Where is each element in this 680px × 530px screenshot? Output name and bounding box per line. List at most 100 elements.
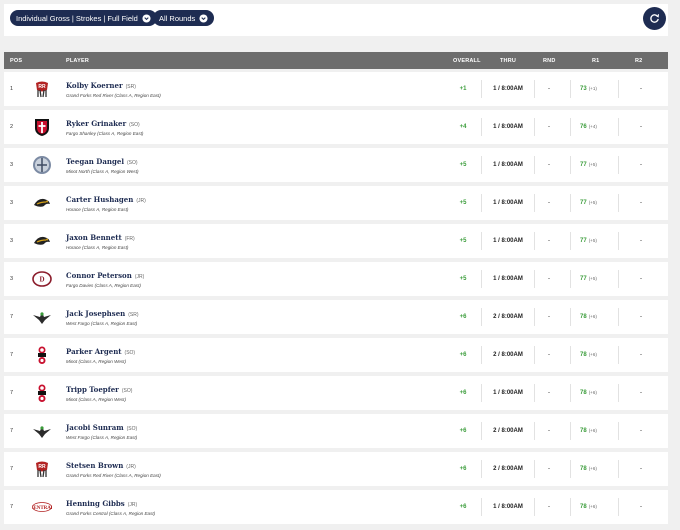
thru-value: 1 / 8:00AM <box>493 238 523 244</box>
round-value: - <box>548 428 550 434</box>
r1-relative: (+6) <box>588 314 597 319</box>
player-year: (JR) <box>126 464 136 470</box>
player-name-link[interactable]: Parker Argent (SO) <box>66 347 135 356</box>
col-rnd: RND <box>543 58 556 64</box>
leaderboard-row[interactable]: 3 D Connor Peterson (JR) Fargo Davies (Class… <box>4 262 668 296</box>
divider <box>570 80 571 98</box>
divider <box>570 460 571 478</box>
overall-score: +1 <box>459 86 467 92</box>
leaderboard-row[interactable]: 3 Teegan Dangel (SO) Minot North (Class A, … <box>4 148 668 182</box>
player-year: (SO) <box>129 122 140 128</box>
thru-value: 1 / 8:00AM <box>493 390 523 396</box>
player-name-link[interactable]: Carter Hushagen (JR) <box>66 195 146 204</box>
player-name-link[interactable]: Jacobi Sunram (SO) <box>66 423 137 432</box>
school-logo-icon <box>32 383 52 403</box>
thru-value: 2 / 8:00AM <box>493 352 523 358</box>
thru-value: 2 / 8:00AM <box>493 314 523 320</box>
divider <box>618 80 619 98</box>
filter-bar: Individual Gross | Strokes | Full Field … <box>4 4 668 36</box>
school-logo-icon <box>32 307 52 327</box>
position: 3 <box>10 238 14 244</box>
player-school: Grand Forks Red River (Class A, Region E… <box>66 93 161 98</box>
player-name-link[interactable]: Henning Gibbs (JR) <box>66 499 137 508</box>
leaderboard-row[interactable]: 7 RR Stetsen Brown (JR) Grand Forks Red Rive… <box>4 452 668 486</box>
divider <box>618 498 619 516</box>
svg-text:RR: RR <box>38 84 46 90</box>
leaderboard-row[interactable]: 2 Ryker Grinaker (SO) Fargo Shanley (Class … <box>4 110 668 144</box>
r1-score: 78 (+6) <box>580 390 597 396</box>
leaderboard-row[interactable]: 7 Jacobi Sunram (SO) West Fargo (Class A, R… <box>4 414 668 448</box>
player-name-link[interactable]: Kolby Koerner (SR) <box>66 81 136 90</box>
player-school: Grand Forks Central (Class A, Region Eas… <box>66 511 156 516</box>
col-thru: THRU <box>500 58 517 64</box>
player-name-link[interactable]: Connor Peterson (JR) <box>66 271 144 280</box>
position: 7 <box>10 352 14 358</box>
divider <box>534 498 535 516</box>
position: 7 <box>10 504 14 510</box>
leaderboard-row[interactable]: 7 CENTRAL Henning Gibbs(JR) Grand Forks Cen… <box>4 490 668 524</box>
divider <box>570 156 571 174</box>
round-value: - <box>548 352 550 358</box>
position: 7 <box>10 466 14 472</box>
r2-score: - <box>640 504 642 510</box>
leaderboard-row[interactable]: 3 Jaxon Bennett (FR) Horace (Class A, Regio… <box>4 224 668 258</box>
r2-score: - <box>640 162 642 168</box>
player-name: Ryker Grinaker <box>66 119 127 128</box>
school-logo-icon: RR <box>32 459 52 479</box>
field-filter-dropdown[interactable]: Individual Gross | Strokes | Full Field <box>10 10 157 26</box>
round-value: - <box>548 86 550 92</box>
refresh-button[interactable] <box>643 7 666 30</box>
divider <box>570 422 571 440</box>
r2-score: - <box>640 238 642 244</box>
player-year: (SO) <box>126 426 138 432</box>
divider <box>570 308 571 326</box>
player-name-link[interactable]: Jack Josephsen (SR) <box>66 309 139 318</box>
player-year: (SO) <box>121 388 133 394</box>
r1-score: 73 (+1) <box>580 86 597 92</box>
divider <box>618 460 619 478</box>
r1-score: 77 (+5) <box>580 238 597 244</box>
chevron-down-icon <box>199 13 208 23</box>
player-school: Horace (Class A, Region East) <box>66 245 129 250</box>
r1-strokes: 77 <box>580 200 587 206</box>
divider <box>618 118 619 136</box>
divider <box>570 346 571 364</box>
round-value: - <box>548 162 550 168</box>
leaderboard-row[interactable]: 7 Tripp Toepfer (SO) Minot (Class A, Region… <box>4 376 668 410</box>
player-name-link[interactable]: Ryker Grinaker (SO) <box>66 119 140 128</box>
player-year: (JR) <box>127 502 138 508</box>
r1-relative: (+5) <box>588 200 597 205</box>
leaderboard-row[interactable]: 7 Parker Argent (SO) Minot (Class A, Region… <box>4 338 668 372</box>
player-school: Minot North (Class A, Region West) <box>66 169 139 174</box>
overall-score: +6 <box>459 314 467 320</box>
r1-relative: (+6) <box>588 390 597 395</box>
position: 7 <box>10 314 14 320</box>
r1-score: 78 (+6) <box>580 504 597 510</box>
thru-value: 1 / 8:00AM <box>493 504 523 510</box>
player-school: West Fargo (Class A, Region East) <box>66 321 138 326</box>
r1-strokes: 78 <box>580 352 587 358</box>
leaderboard-row[interactable]: 1 RR Kolby Koerner (SR) Grand Forks Red Rive… <box>4 72 668 106</box>
r1-relative: (+6) <box>588 428 597 433</box>
svg-text:D: D <box>39 276 44 284</box>
player-name-link[interactable]: Stetsen Brown (JR) <box>66 461 136 470</box>
r2-score: - <box>640 276 642 282</box>
leaderboard-row[interactable]: 3 Carter Hushagen (JR) Horace (Class A, Reg… <box>4 186 668 220</box>
player-name-link[interactable]: Teegan Dangel (SO) <box>66 157 138 166</box>
svg-text:RR: RR <box>38 464 46 470</box>
overall-score: +6 <box>459 466 467 472</box>
player-name-link[interactable]: Jaxon Bennett (FR) <box>66 233 135 242</box>
r1-score: 78 (+6) <box>580 352 597 358</box>
thru-value: 2 / 8:00AM <box>493 466 523 472</box>
leaderboard-row[interactable]: 7 Jack Josephsen (SR) West Fargo (Class A, … <box>4 300 668 334</box>
round-filter-dropdown[interactable]: All Rounds <box>153 10 215 26</box>
divider <box>534 346 535 364</box>
round-value: - <box>548 314 550 320</box>
divider <box>570 194 571 212</box>
round-value: - <box>548 238 550 244</box>
overall-score: +5 <box>459 200 467 206</box>
r1-strokes: 78 <box>580 428 587 434</box>
r1-score: 77 (+5) <box>580 200 597 206</box>
player-name-link[interactable]: Tripp Toepfer (SO) <box>66 385 132 394</box>
school-logo-icon <box>32 193 52 213</box>
